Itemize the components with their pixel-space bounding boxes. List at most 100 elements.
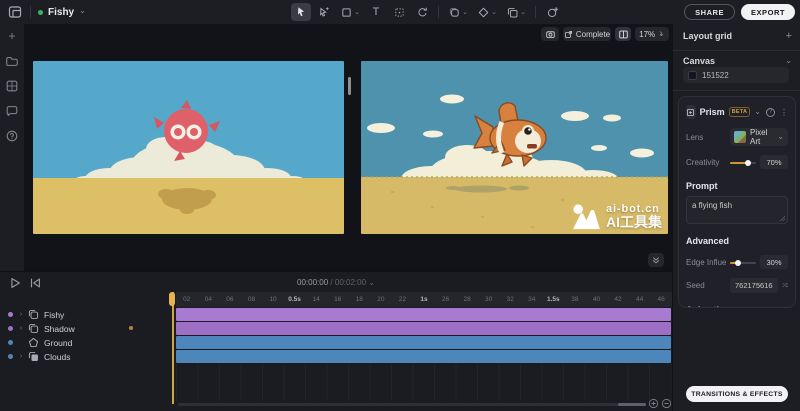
shape-tool-button[interactable]: ⌄ [445, 3, 471, 21]
project-menu-chevron-icon[interactable]: ⌄ [79, 7, 86, 15]
right-panel: Layout grid + Canvas ⌄ 151522 Prism BETA… [672, 24, 800, 411]
seed-label: Seed [686, 281, 726, 290]
beta-badge: BETA [729, 107, 751, 117]
ruler-tick: 40 [586, 292, 608, 307]
chevron-down-icon[interactable]: ⌄ [785, 57, 792, 65]
rotate-tool-button[interactable] [412, 3, 432, 21]
move-tool-button[interactable] [389, 3, 409, 21]
layout-grid-row[interactable]: Layout grid + [683, 30, 792, 42]
creativity-slider[interactable] [730, 157, 756, 167]
magic-select-tool-button[interactable] [314, 3, 334, 21]
seed-input[interactable]: 762175616 [730, 278, 778, 293]
color-swatch[interactable] [688, 71, 697, 80]
ruler-tick: 10 [262, 292, 284, 307]
status-badge[interactable]: Complete [563, 27, 611, 41]
ruler-tick: 34 [521, 292, 543, 307]
frame-original[interactable] [33, 61, 344, 234]
ruler-tick: 38 [564, 292, 586, 307]
diamond-tool-button[interactable]: ⌄ [474, 3, 500, 21]
layer-color-dot [8, 340, 13, 345]
divider [30, 6, 31, 18]
layer-row-ground[interactable]: Ground [0, 336, 176, 349]
comments-icon[interactable] [5, 103, 20, 118]
add-icon[interactable]: + [5, 28, 20, 43]
track-bar-fishy[interactable] [176, 308, 671, 321]
layer-row-shadow[interactable]: › Shadow [0, 322, 176, 335]
complete-status-icon [564, 30, 573, 39]
folder-icon[interactable] [5, 53, 20, 68]
canvas-color-input[interactable]: 151522 [683, 67, 789, 83]
share-button[interactable]: SHARE [684, 4, 735, 20]
chevron-down-icon: ⌄ [491, 8, 497, 16]
lens-label: Lens [686, 133, 726, 142]
timeline-scrollbar[interactable] [178, 403, 646, 406]
expand-chevron-icon[interactable]: › [16, 325, 26, 332]
chevron-down-icon[interactable]: ⌄ [754, 108, 761, 116]
ruler-tick: 18 [349, 292, 371, 307]
shape-layer-icon [27, 336, 40, 349]
canvas-section-header[interactable]: Canvas ⌄ [683, 56, 792, 66]
left-sidebar: + [0, 24, 24, 271]
zoom-out-icon[interactable] [661, 398, 672, 409]
help-icon[interactable] [5, 128, 20, 143]
frame-tool-button[interactable]: ⌄ [337, 3, 363, 21]
timecode-current: 00:00:00 [297, 278, 328, 287]
resize-handle-icon[interactable] [780, 216, 785, 221]
snapshot-button[interactable] [541, 27, 559, 41]
track-bar-shadow[interactable] [176, 322, 671, 335]
rotate-icon [416, 6, 429, 19]
reaction-tool-button[interactable] [542, 3, 562, 21]
ruler-tick: 42 [607, 292, 629, 307]
frame-rendered[interactable]: ai-bot.cn AI工具集 [361, 61, 668, 234]
layer-row-fishy[interactable]: › Fishy [0, 308, 176, 321]
animation-label: Animation [686, 305, 788, 308]
expand-chevron-icon[interactable]: › [16, 353, 26, 360]
filled-group-layer-icon [27, 350, 40, 363]
shape-icon [448, 6, 461, 19]
lens-select[interactable]: Pixel Art ⌄ [730, 128, 788, 146]
duplicate-icon [506, 6, 519, 19]
camera-icon [545, 29, 556, 40]
watermark-logo-icon [571, 204, 601, 230]
playhead-handle[interactable] [169, 292, 175, 306]
scrollbar-thumb[interactable] [618, 403, 646, 406]
edge-influence-slider[interactable] [730, 257, 756, 267]
zoom-in-icon[interactable] [648, 398, 659, 409]
creativity-value[interactable]: 70% [760, 155, 788, 169]
edge-influence-value[interactable]: 30% [760, 255, 788, 269]
divider [438, 6, 439, 18]
prism-title: Prism [700, 107, 725, 117]
prism-panel: Prism BETA ⌄ ? ⋮ Lens Pixel Art ⌄ Creati… [678, 96, 796, 308]
slider-knob[interactable] [745, 160, 751, 166]
frame-divider-handle[interactable] [348, 77, 351, 95]
timeline-grid[interactable] [176, 364, 671, 401]
select-tool-button[interactable] [291, 3, 311, 21]
add-layout-grid-icon[interactable]: + [786, 30, 792, 42]
shuffle-seed-icon[interactable] [782, 280, 788, 291]
timecode-display[interactable]: 00:00:00 / 00:02:00 ⌄ [0, 278, 672, 287]
project-name[interactable]: Fishy [48, 7, 74, 18]
diamond-icon [477, 6, 490, 19]
duplicate-tool-button[interactable]: ⌄ [503, 3, 529, 21]
split-view-button[interactable] [615, 27, 631, 41]
help-icon[interactable]: ? [766, 108, 775, 117]
layer-name: Ground [44, 338, 72, 348]
track-bar-ground[interactable] [176, 336, 671, 349]
transitions-effects-button[interactable]: TRANSITIONS & EFFECTS [686, 386, 788, 402]
expand-chevron-icon[interactable]: › [16, 311, 26, 318]
color-hex-value: 151522 [702, 71, 729, 80]
text-tool-button[interactable]: T [366, 3, 386, 21]
export-button[interactable]: EXPORT [741, 4, 795, 20]
prompt-textarea[interactable]: a flying fish [686, 196, 788, 224]
layer-row-clouds[interactable]: › Clouds [0, 350, 176, 363]
collapse-panel-button[interactable] [648, 253, 664, 267]
kebab-menu-icon[interactable]: ⋮ [780, 108, 788, 117]
next-frame-button[interactable]: › [654, 27, 668, 41]
slider-knob[interactable] [735, 260, 741, 266]
track-bar-clouds[interactable] [176, 350, 671, 363]
canvas-area[interactable]: Complete 17% ⌄ › [24, 24, 672, 271]
assets-icon[interactable] [5, 78, 20, 93]
prism-header[interactable]: Prism BETA ⌄ ? ⋮ [686, 105, 788, 119]
timeline-ruler[interactable]: 02040608100.5s14161820221s26283032341.5s… [176, 292, 672, 307]
app-logo-icon[interactable] [7, 4, 23, 20]
